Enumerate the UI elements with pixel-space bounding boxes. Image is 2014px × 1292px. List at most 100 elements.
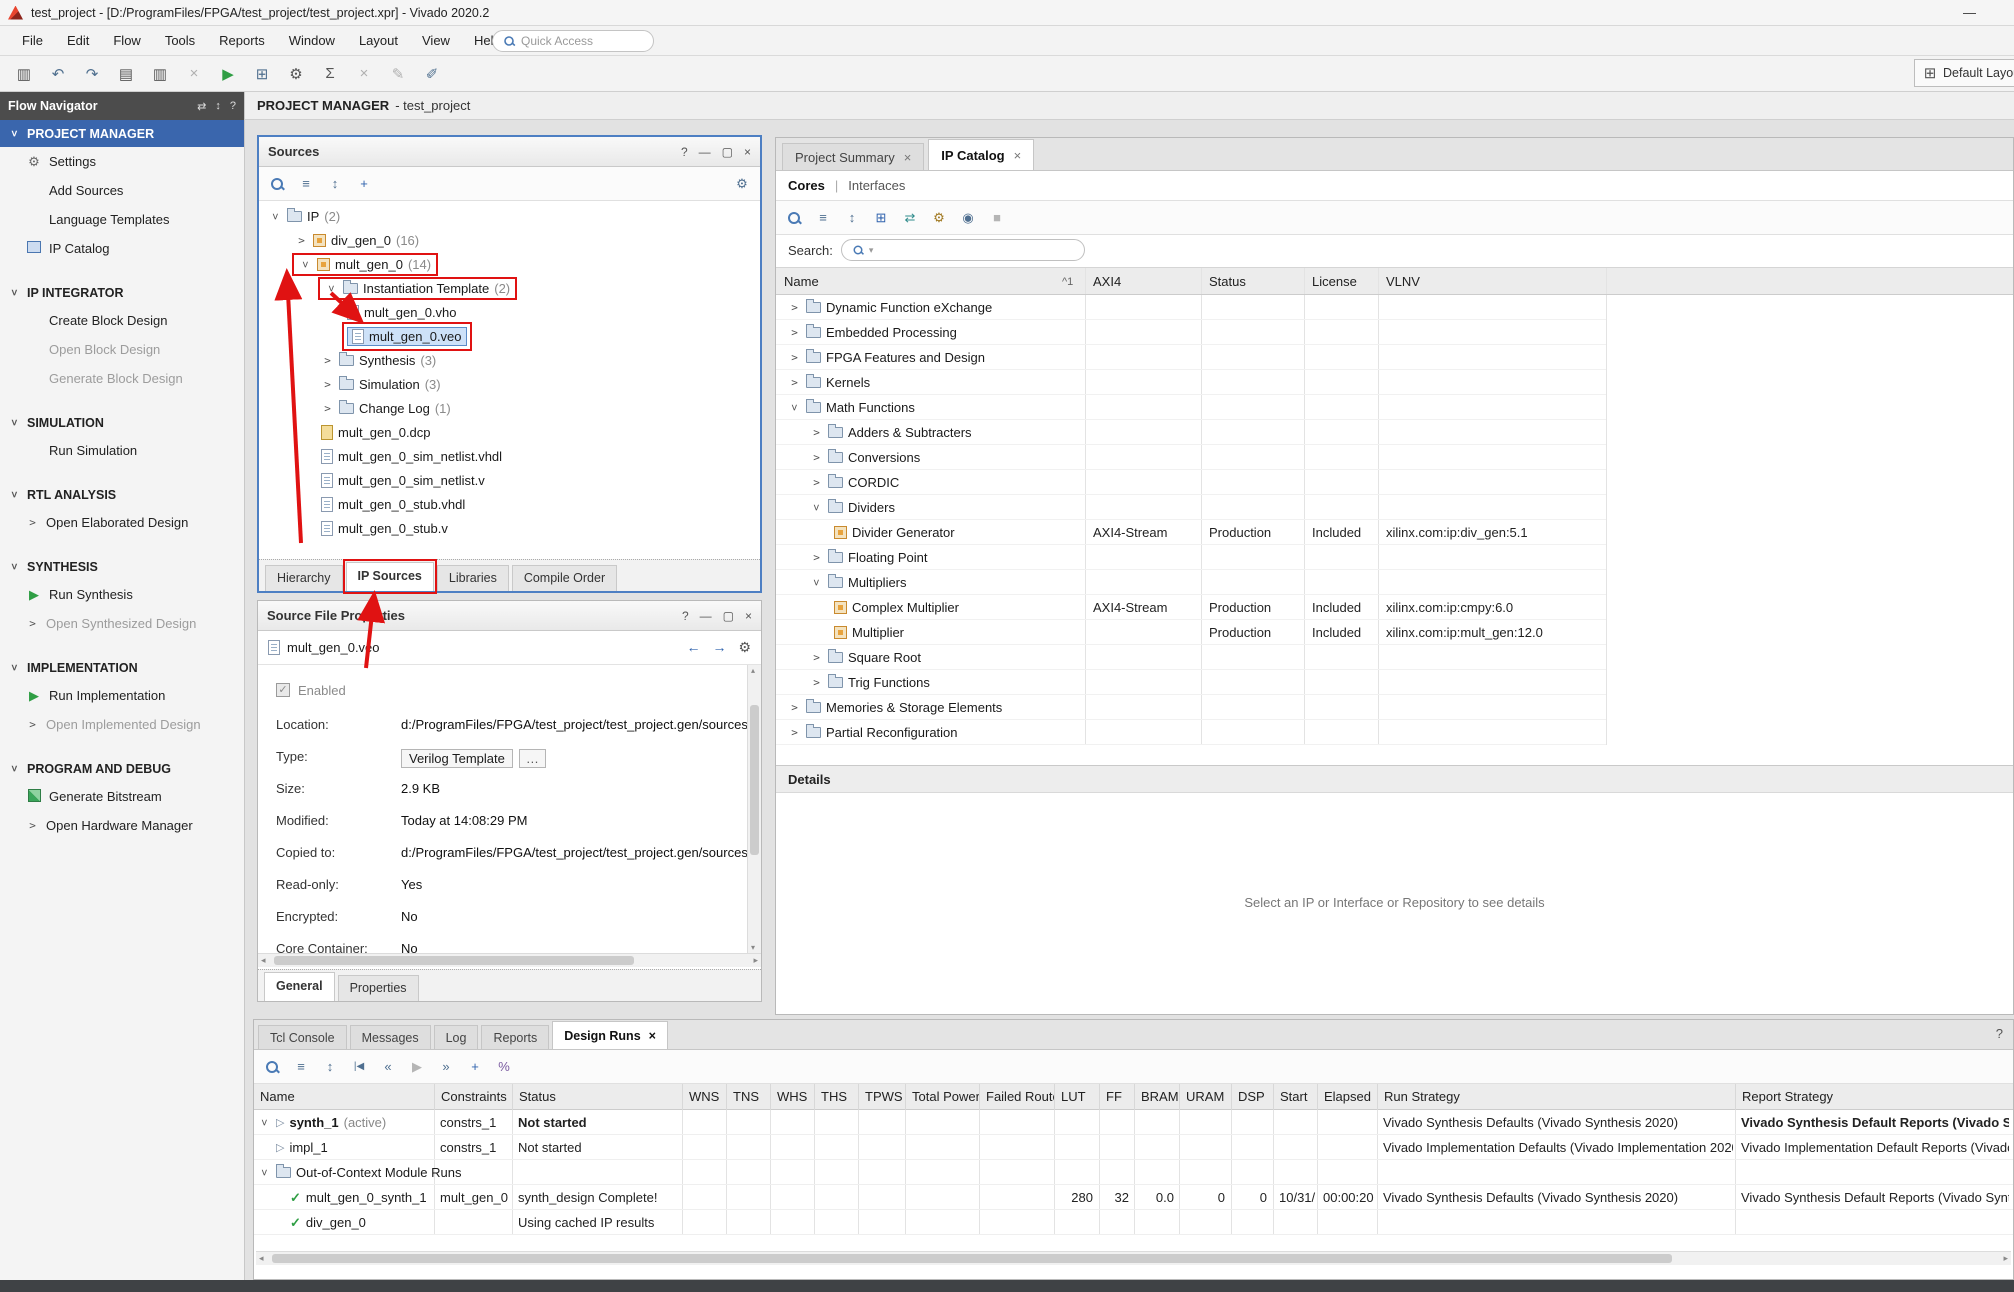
chevron-down-icon[interactable]: > [810, 501, 823, 514]
enabled-checkbox[interactable]: ✓ [276, 683, 290, 697]
tree-item-ip[interactable]: > IP (2) [259, 204, 760, 228]
scroll-right-icon[interactable]: ▸ [753, 955, 758, 966]
more-button[interactable]: … [519, 749, 546, 768]
chevron-right-icon[interactable]: > [321, 402, 334, 415]
section-ip-integrator[interactable]: > IP INTEGRATOR [0, 279, 244, 306]
chevron-right-icon[interactable]: > [810, 651, 823, 664]
flow-nav-item-open-elaborated-design[interactable]: > Open Elaborated Design [0, 508, 244, 537]
chevron-down-icon[interactable]: > [258, 1166, 271, 1179]
chevron-right-icon[interactable]: > [810, 451, 823, 464]
chevron-right-icon[interactable]: > [26, 718, 39, 731]
tab-messages[interactable]: Messages [350, 1025, 431, 1049]
catalog-row-embedded-processing[interactable]: > Embedded Processing [776, 320, 1606, 345]
catalog-row-dividers[interactable]: > Dividers [776, 495, 1606, 520]
expand-all-icon[interactable]: ↕ [322, 1059, 338, 1074]
catalog-row-multiplier[interactable]: Multiplier Production Included xilinx.co… [776, 620, 1606, 645]
forward-arrow-icon[interactable]: → [712, 639, 726, 656]
close-icon[interactable]: × [1014, 141, 1022, 170]
flow-nav-item-open-block-design[interactable]: Open Block Design [0, 335, 244, 364]
tab-log[interactable]: Log [434, 1025, 479, 1049]
tree-item-mult-gen[interactable]: > mult_gen_0 (14) [259, 252, 760, 276]
menu-tools[interactable]: Tools [153, 26, 207, 55]
col-uram[interactable]: URAM [1179, 1084, 1231, 1110]
web-icon[interactable]: ◉ [960, 210, 976, 226]
tree-item-simulation[interactable]: > Simulation (3) [259, 372, 760, 396]
catalog-row-divider-generator[interactable]: Divider Generator AXI4-Stream Production… [776, 520, 1606, 545]
col-elapsed[interactable]: Elapsed [1317, 1084, 1377, 1110]
go-to-start-icon[interactable]: |◀ [351, 1061, 367, 1072]
undo-icon[interactable]: ↶ [48, 65, 68, 83]
section-rtl-analysis[interactable]: > RTL ANALYSIS [0, 481, 244, 508]
percent-icon[interactable]: % [496, 1059, 512, 1074]
delete-icon[interactable]: × [184, 65, 204, 82]
run-row-impl-1[interactable]: ▷ impl_1 constrs_1 Not started Vivado Im… [254, 1135, 2013, 1160]
chevron-right-icon[interactable]: > [321, 354, 334, 367]
chevron-right-icon[interactable]: > [26, 516, 39, 529]
close-icon[interactable]: × [649, 1023, 656, 1049]
section-program-and-debug[interactable]: > PROGRAM AND DEBUG [0, 755, 244, 782]
help-icon[interactable]: ? [682, 609, 689, 623]
chevron-right-icon[interactable]: > [810, 426, 823, 439]
catalog-row-conversions[interactable]: > Conversions [776, 445, 1606, 470]
flow-nav-item-add-sources[interactable]: Add Sources [0, 176, 244, 205]
catalog-row-trig-functions[interactable]: > Trig Functions [776, 670, 1606, 695]
menu-file[interactable]: File [10, 26, 55, 55]
col-total-power[interactable]: Total Power [905, 1084, 979, 1110]
chevron-right-icon[interactable]: > [810, 676, 823, 689]
search-icon[interactable] [269, 176, 285, 192]
collapse-all-icon[interactable]: ≡ [293, 1059, 309, 1074]
chevron-down-icon[interactable]: > [258, 1116, 271, 1129]
subtab-cores[interactable]: Cores [788, 178, 825, 193]
catalog-row-math-functions[interactable]: > Math Functions [776, 395, 1606, 420]
col-failed-routes[interactable]: Failed Routes [979, 1084, 1054, 1110]
redo-icon[interactable]: ↷ [82, 65, 102, 83]
chevron-right-icon[interactable]: > [295, 234, 308, 247]
report-icon[interactable]: ▤ [116, 65, 136, 83]
tab-general[interactable]: General [264, 972, 335, 1001]
catalog-row-complex-multiplier[interactable]: Complex Multiplier AXI4-Stream Productio… [776, 595, 1606, 620]
flow-nav-item-open-hardware-manager[interactable]: > Open Hardware Manager [0, 811, 244, 840]
tree-item-stub-vhdl[interactable]: mult_gen_0_stub.vhdl [259, 492, 760, 516]
col-run-strategy[interactable]: Run Strategy [1377, 1084, 1735, 1110]
run-row-out-of-context[interactable]: > Out-of-Context Module Runs [254, 1160, 2013, 1185]
cancel-icon[interactable]: × [354, 65, 374, 82]
taxonomy-view-icon[interactable]: ⊞ [873, 210, 889, 226]
run-row-div-gen[interactable]: ✓ div_gen_0 Using cached IP results [254, 1210, 2013, 1235]
catalog-row-multipliers[interactable]: > Multipliers [776, 570, 1606, 595]
stop-icon[interactable]: ■ [989, 210, 1005, 225]
vertical-scrollbar[interactable]: ▴ ▾ [747, 665, 761, 953]
menu-flow[interactable]: Flow [101, 26, 152, 55]
tab-tcl-console[interactable]: Tcl Console [258, 1025, 347, 1049]
chevron-down-icon[interactable]: > [325, 282, 338, 295]
settings-gear-icon[interactable]: ⚙ [738, 639, 751, 656]
collapse-all-icon[interactable]: ≡ [815, 210, 831, 225]
menu-edit[interactable]: Edit [55, 26, 101, 55]
col-whs[interactable]: WHS [770, 1084, 814, 1110]
dock-icon[interactable]: ⇄ [197, 100, 206, 113]
tab-properties[interactable]: Properties [338, 975, 419, 1001]
scrollbar-thumb[interactable] [274, 956, 634, 965]
col-ff[interactable]: FF [1099, 1084, 1134, 1110]
col-report-strategy[interactable]: Report Strategy [1735, 1084, 2011, 1110]
horizontal-scrollbar[interactable]: ◂ ▸ [258, 953, 761, 967]
properties-panel-header[interactable]: Source File Properties ? — ▢ × [258, 601, 761, 631]
chevron-down-icon[interactable]: > [269, 210, 282, 223]
collapse-all-icon[interactable]: ≡ [298, 176, 314, 191]
help-icon[interactable]: ? [681, 145, 688, 159]
close-icon[interactable]: × [744, 145, 751, 159]
tab-hierarchy[interactable]: Hierarchy [265, 565, 343, 591]
type-chip[interactable]: Verilog Template [401, 749, 513, 768]
blocks-icon[interactable]: ⊞ [252, 65, 272, 83]
chevron-right-icon[interactable]: > [26, 617, 39, 630]
col-wns[interactable]: WNS [682, 1084, 726, 1110]
scroll-left-icon[interactable]: ◂ [259, 1253, 264, 1264]
tab-design-runs[interactable]: Design Runs × [552, 1021, 668, 1049]
tree-item-stub-v[interactable]: mult_gen_0_stub.v [259, 516, 760, 540]
settings-gear-icon[interactable]: ⚙ [286, 65, 306, 83]
create-run-icon[interactable]: + [467, 1059, 483, 1074]
flow-nav-item-create-block-design[interactable]: Create Block Design [0, 306, 244, 335]
close-icon[interactable]: × [904, 145, 912, 170]
chevron-down-icon[interactable]: > [299, 258, 312, 271]
save-icon[interactable]: ▥ [14, 65, 34, 83]
column-header-status[interactable]: Status [1201, 268, 1304, 296]
